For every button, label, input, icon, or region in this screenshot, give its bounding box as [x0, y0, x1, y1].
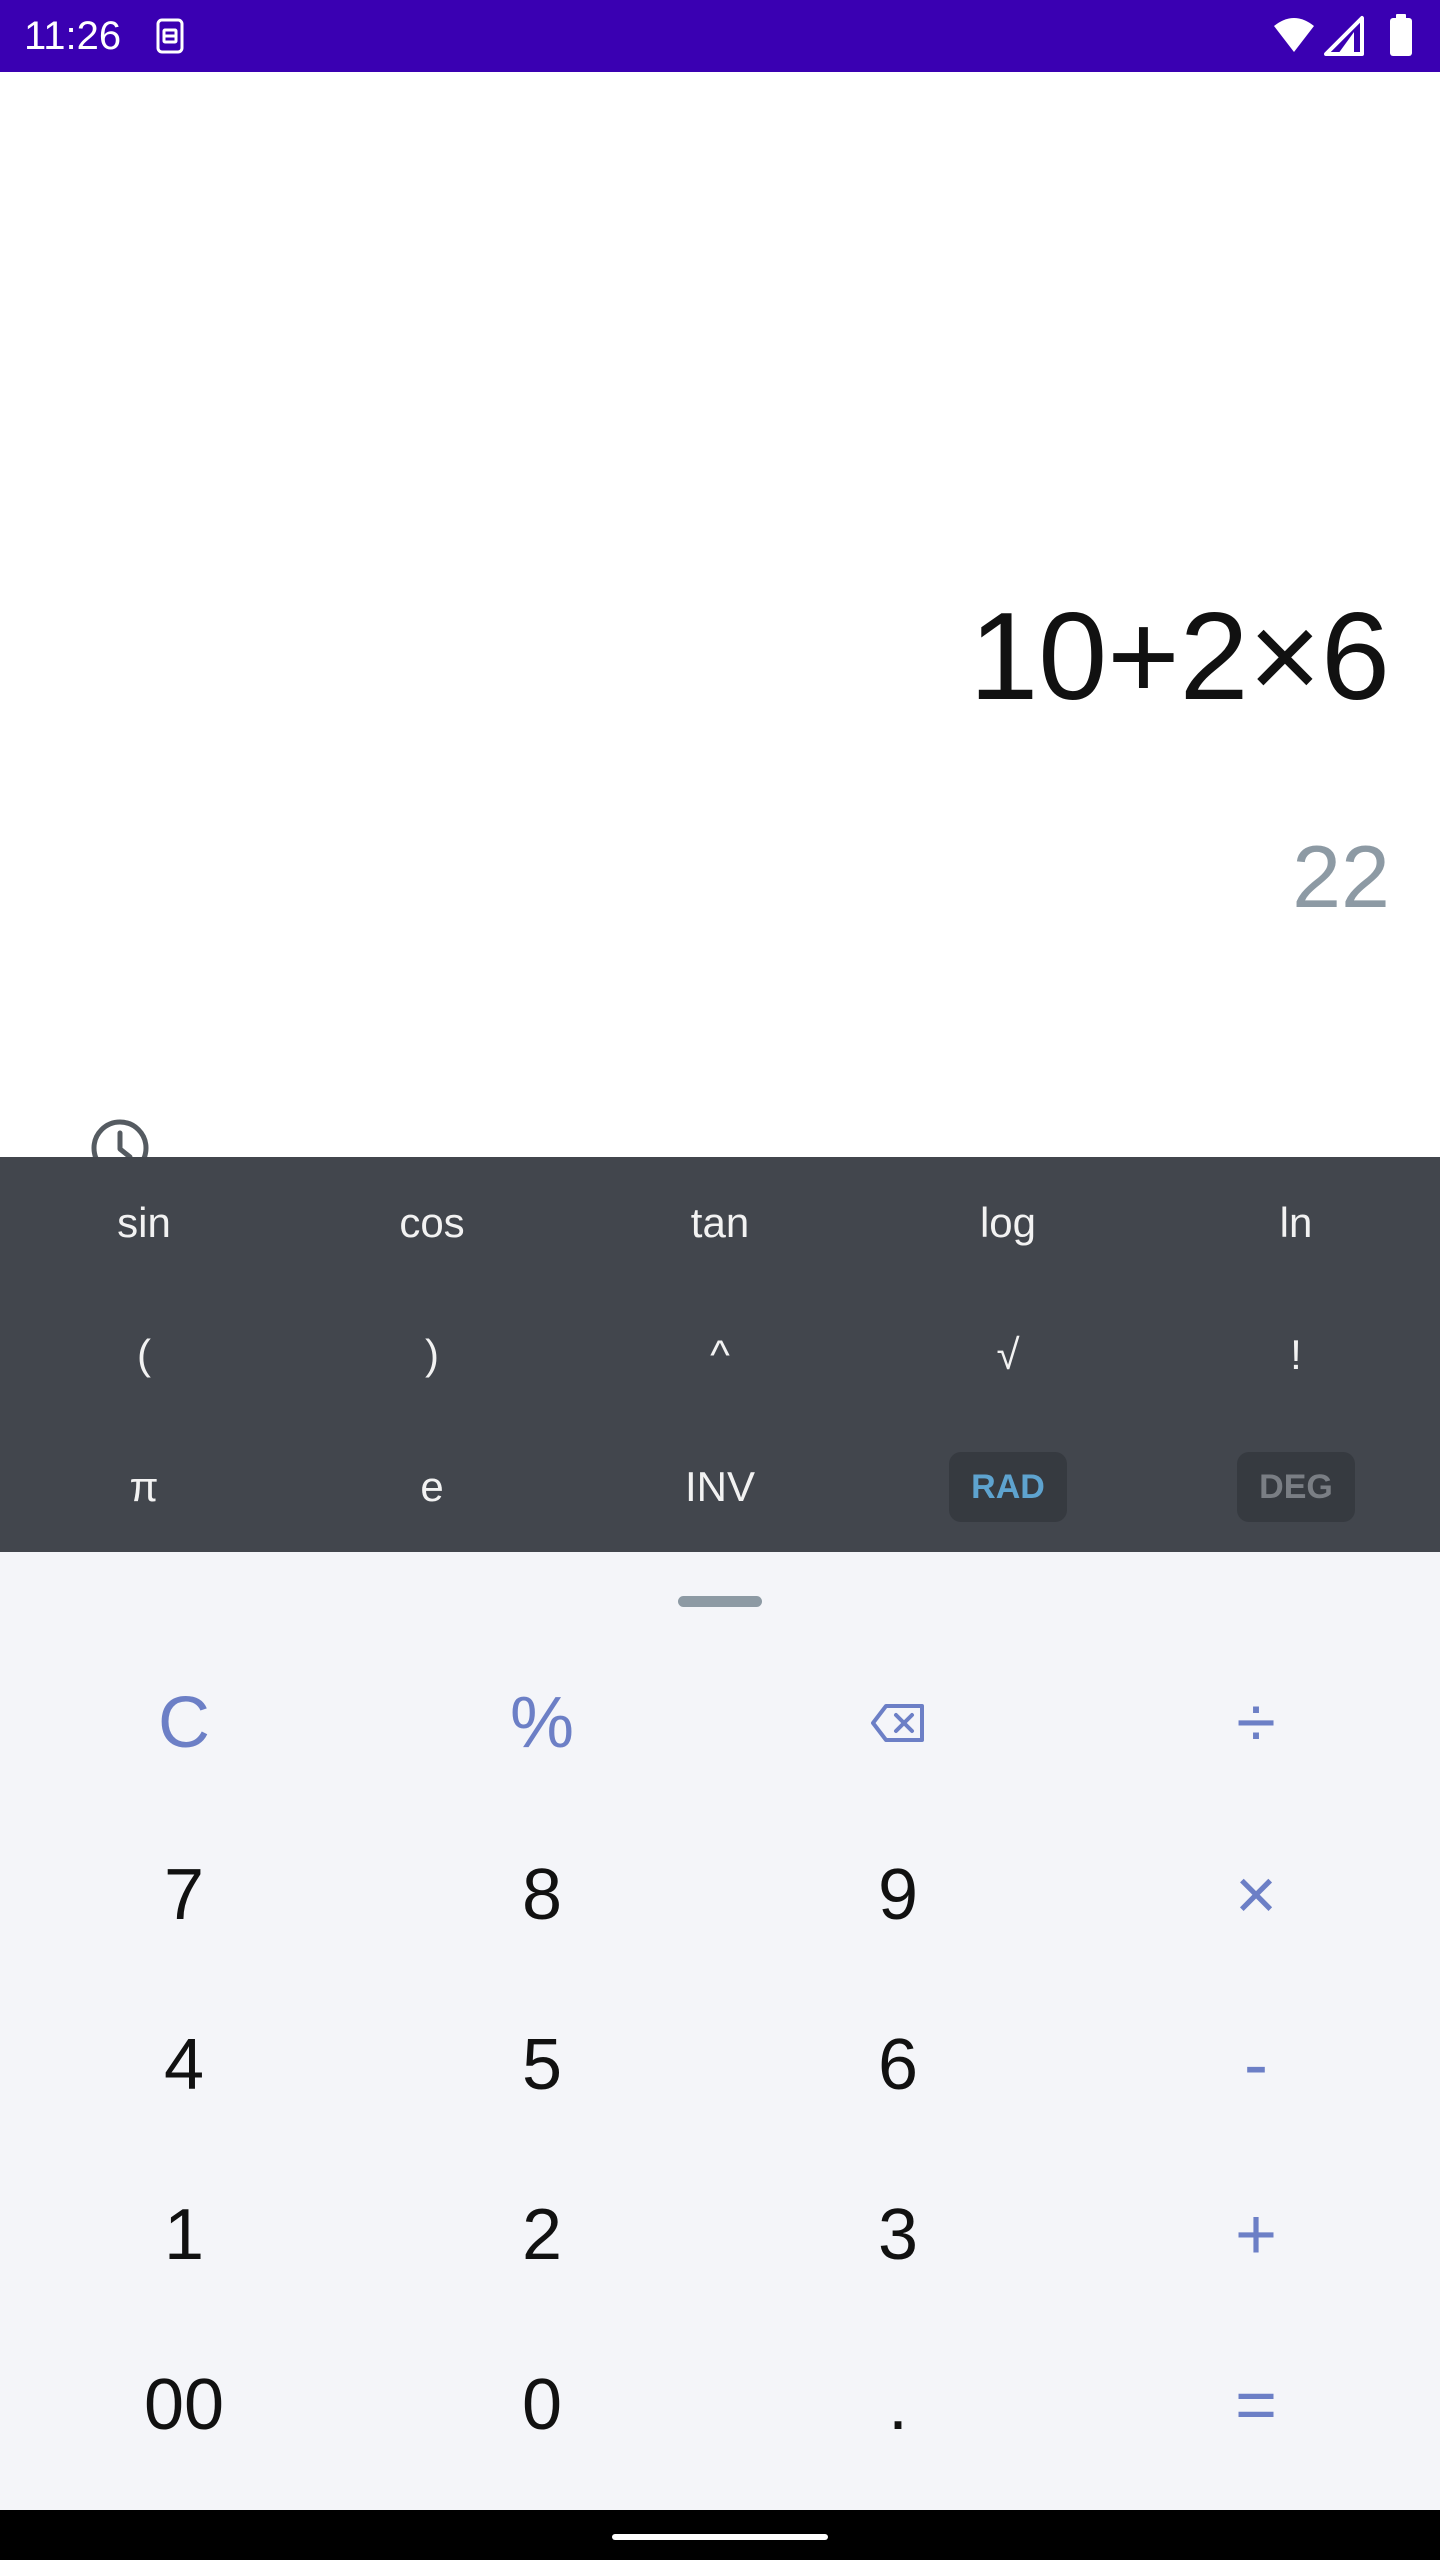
scientific-row-3: π e INV RAD DEG — [0, 1421, 1440, 1553]
double-zero-button[interactable]: 00 — [4, 2320, 364, 2490]
battery-icon — [1390, 14, 1412, 56]
e-button[interactable]: e — [288, 1421, 576, 1553]
add-button[interactable]: + — [1076, 2150, 1436, 2320]
decimal-button[interactable]: . — [718, 2320, 1078, 2490]
backspace-icon — [871, 1704, 924, 1742]
factorial-button[interactable]: ! — [1152, 1289, 1440, 1421]
ln-button[interactable]: ln — [1152, 1157, 1440, 1289]
digit-0-button[interactable]: 0 — [362, 2320, 722, 2490]
digit-9-button[interactable]: 9 — [718, 1810, 1078, 1980]
log-button[interactable]: log — [864, 1157, 1152, 1289]
status-bar: 11:26 — [0, 0, 1440, 72]
cellular-signal-icon — [1324, 16, 1364, 56]
sim-icon — [150, 16, 190, 56]
backspace-button[interactable] — [718, 1638, 1078, 1808]
multiply-button[interactable]: × — [1076, 1810, 1436, 1980]
sin-button[interactable]: sin — [0, 1157, 288, 1289]
status-time: 11:26 — [24, 14, 122, 58]
digit-7-button[interactable]: 7 — [4, 1810, 364, 1980]
scientific-panel: sin cos tan log ln ( ) ^ √ ! π e INV RAD… — [0, 1157, 1440, 1552]
tan-button[interactable]: tan — [576, 1157, 864, 1289]
result-preview: 22 — [1292, 827, 1390, 926]
equals-button[interactable]: = — [1076, 2320, 1436, 2490]
digit-8-button[interactable]: 8 — [362, 1810, 722, 1980]
wifi-icon — [1274, 18, 1314, 52]
divide-button[interactable]: ÷ — [1076, 1638, 1436, 1808]
percent-button[interactable]: % — [362, 1638, 722, 1808]
main-keypad: C % ÷ 7 8 9 × 4 5 6 - 1 2 3 + 00 0 . = — [0, 1552, 1440, 2510]
open-paren-button[interactable]: ( — [0, 1289, 288, 1421]
power-button[interactable]: ^ — [576, 1289, 864, 1421]
digit-3-button[interactable]: 3 — [718, 2150, 1078, 2320]
calculator-display: 10+2×6 22 — [0, 72, 1440, 1177]
inv-button[interactable]: INV — [576, 1421, 864, 1553]
digit-2-button[interactable]: 2 — [362, 2150, 722, 2320]
deg-label: DEG — [1237, 1452, 1355, 1522]
expression-display[interactable]: 10+2×6 — [969, 582, 1390, 732]
scientific-row-1: sin cos tan log ln — [0, 1157, 1440, 1289]
rad-label: RAD — [949, 1452, 1067, 1522]
drag-handle[interactable] — [678, 1596, 762, 1607]
digit-1-button[interactable]: 1 — [4, 2150, 364, 2320]
pi-button[interactable]: π — [0, 1421, 288, 1553]
subtract-button[interactable]: - — [1076, 1980, 1436, 2150]
digit-4-button[interactable]: 4 — [4, 1980, 364, 2150]
digit-5-button[interactable]: 5 — [362, 1980, 722, 2150]
home-gesture-handle[interactable] — [612, 2534, 828, 2540]
deg-toggle[interactable]: DEG — [1152, 1421, 1440, 1553]
navigation-bar — [0, 2510, 1440, 2560]
cos-button[interactable]: cos — [288, 1157, 576, 1289]
rad-toggle[interactable]: RAD — [864, 1421, 1152, 1553]
clear-button[interactable]: C — [4, 1638, 364, 1808]
sqrt-button[interactable]: √ — [864, 1289, 1152, 1421]
close-paren-button[interactable]: ) — [288, 1289, 576, 1421]
digit-6-button[interactable]: 6 — [718, 1980, 1078, 2150]
scientific-row-2: ( ) ^ √ ! — [0, 1289, 1440, 1421]
